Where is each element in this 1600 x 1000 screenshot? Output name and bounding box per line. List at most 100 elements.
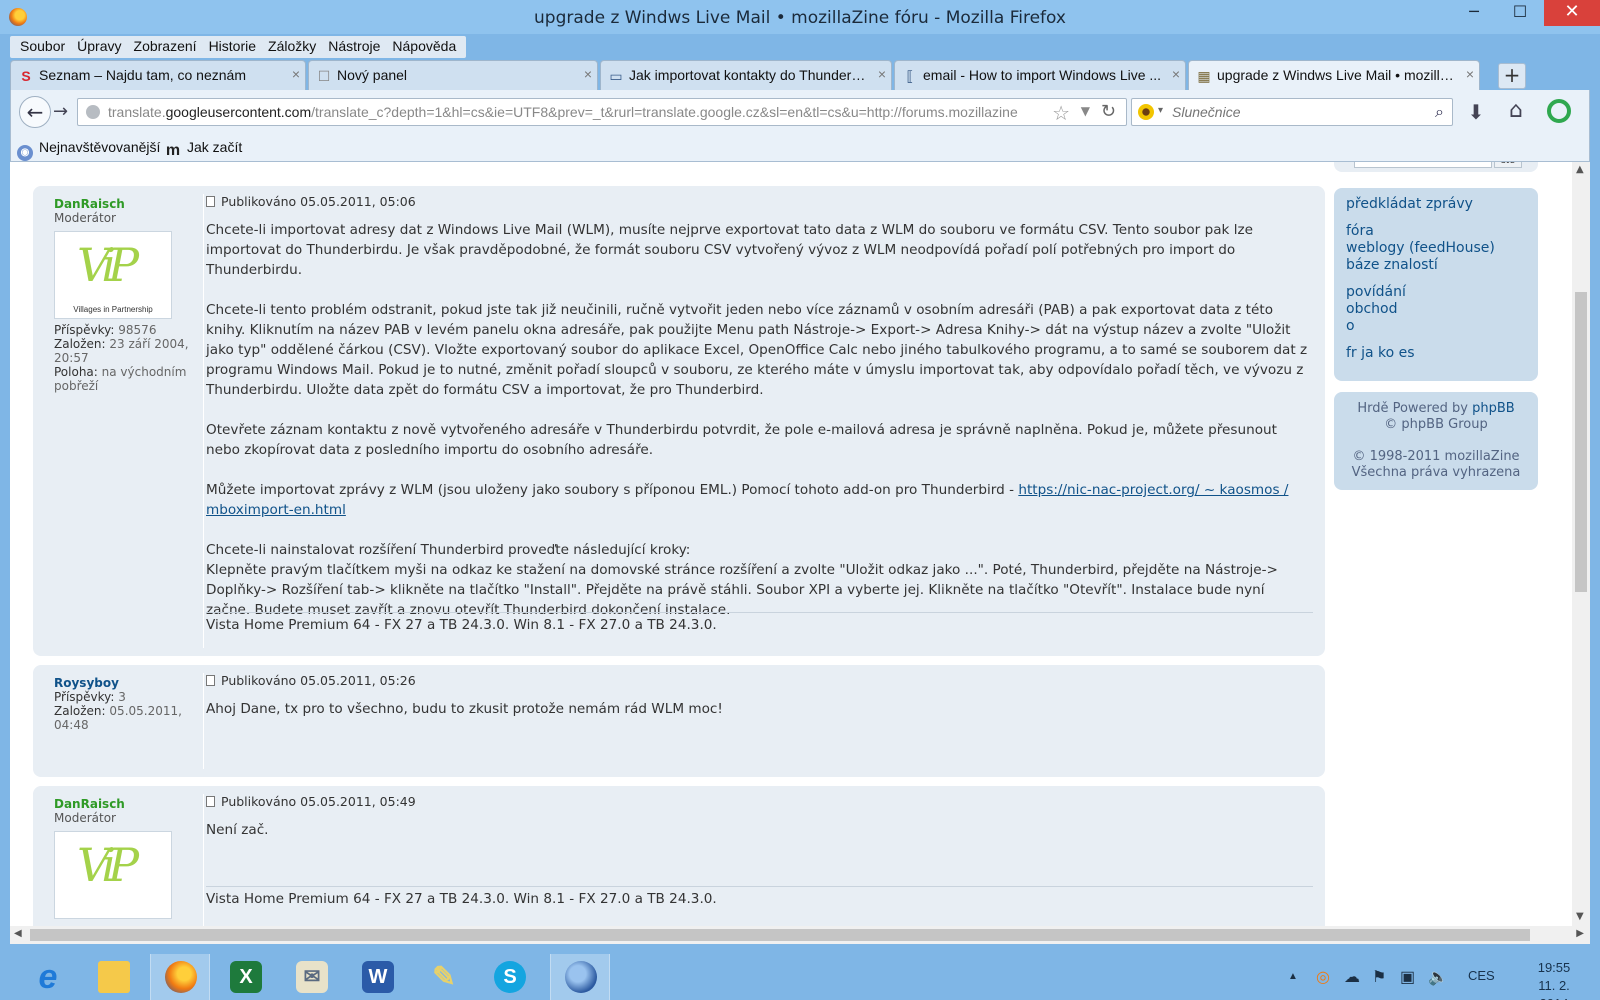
- thunderbird-icon: [565, 961, 597, 993]
- volume-icon[interactable]: 🔈: [1428, 967, 1448, 987]
- url-history-dropdown-icon[interactable]: ▼: [1081, 104, 1090, 118]
- action-center-flag-icon[interactable]: ⚑: [1372, 967, 1386, 987]
- search-icon[interactable]: ⌕: [1435, 102, 1444, 122]
- bookmark-star-icon[interactable]: ☆: [1052, 101, 1070, 125]
- post-document-icon[interactable]: [206, 796, 215, 807]
- post-document-icon[interactable]: [206, 196, 215, 207]
- show-hidden-icons-icon[interactable]: ▲: [1288, 971, 1298, 982]
- scroll-right-icon[interactable]: ▶: [1576, 928, 1584, 939]
- cloud-icon[interactable]: ☁: [1344, 967, 1360, 987]
- sidebar-link-forums[interactable]: fóra: [1346, 223, 1526, 240]
- tab-mozillazine-active[interactable]: ▦ upgrade z Windws Live Mail • mozilla..…: [1188, 60, 1480, 90]
- downloads-icon[interactable]: ⬇: [1463, 100, 1489, 126]
- search-bar[interactable]: ▾ ⌕: [1131, 98, 1453, 126]
- bookmark-most-visited[interactable]: ◉ Nejnavštěvovanější: [17, 139, 160, 161]
- taskbar-word[interactable]: W: [348, 954, 408, 1000]
- url-path: /translate_c?depth=1&hl=cs&ie=UTF8&prev=…: [311, 104, 1018, 120]
- menu-help[interactable]: Nápověda: [386, 36, 462, 58]
- taskbar-outlook[interactable]: ✉: [282, 954, 342, 1000]
- post-paragraph: Ahoj Dane, tx pro to všechno, budu to zk…: [206, 701, 723, 717]
- sidebar-link-about[interactable]: o: [1346, 318, 1526, 335]
- sidebar-search-button[interactable]: ste: [1494, 162, 1522, 168]
- window-title: upgrade z Windws Live Mail • mozillaZine…: [534, 8, 1066, 28]
- scrollbar-thumb[interactable]: [30, 929, 1530, 941]
- addon-icon[interactable]: [1547, 99, 1571, 123]
- post-content: Ahoj Dane, tx pro to všechno, budu to zk…: [206, 699, 1313, 719]
- tab-label: email - How to import Windows Live ...: [923, 67, 1162, 83]
- home-icon[interactable]: ⌂: [1503, 98, 1529, 124]
- post-document-icon[interactable]: [206, 675, 215, 686]
- sidebar-link-weblogs[interactable]: weblogy (feedHouse): [1346, 240, 1526, 257]
- post-paragraph: Není zač.: [206, 822, 269, 838]
- search-input[interactable]: [1172, 103, 1412, 121]
- scroll-up-icon[interactable]: ▲: [1576, 164, 1584, 175]
- post-paragraph: Chcete-li tento problém odstranit, pokud…: [206, 302, 1308, 398]
- address-bar[interactable]: translate.googleusercontent.com/translat…: [77, 98, 1127, 126]
- menu-tools[interactable]: Nástroje: [322, 36, 386, 58]
- vertical-scrollbar[interactable]: ▲ ▼: [1572, 162, 1590, 926]
- menu-bar: Soubor Úpravy Zobrazení Historie Záložky…: [10, 36, 467, 58]
- search-engine-icon[interactable]: [1138, 104, 1154, 120]
- tab-close-icon[interactable]: ×: [1172, 66, 1180, 82]
- taskbar-skype[interactable]: S: [480, 954, 540, 1000]
- new-tab-button[interactable]: +: [1498, 63, 1526, 89]
- taskbar-firefox[interactable]: [150, 954, 210, 1000]
- search-engine-dropdown-icon[interactable]: ▾: [1158, 105, 1163, 116]
- tab-superuser-question[interactable]: ⟦ email - How to import Windows Live ...…: [894, 60, 1186, 90]
- menu-history[interactable]: Historie: [203, 36, 262, 58]
- menu-file[interactable]: Soubor: [14, 36, 71, 58]
- stat-label: Příspěvky:: [54, 690, 115, 704]
- file-explorer-icon: [98, 961, 130, 993]
- taskbar-internet-explorer[interactable]: e: [18, 954, 78, 1000]
- forward-button[interactable]: →: [53, 100, 75, 124]
- taskbar-paint[interactable]: ✎: [414, 954, 474, 1000]
- sidebar-link-knowledge-base[interactable]: báze znalostí: [1346, 257, 1526, 274]
- sidebar-link-chat[interactable]: povídání: [1346, 284, 1526, 301]
- skype-icon: S: [494, 961, 526, 993]
- tab-close-icon[interactable]: ×: [292, 66, 300, 82]
- tab-thunderbird-contacts[interactable]: ▭ Jak importovat kontakty do Thunderb...…: [600, 60, 892, 90]
- sidebar-link-submit-news[interactable]: předkládat zprávy: [1346, 196, 1526, 213]
- tab-seznam[interactable]: S Seznam – Najdu tam, co neznám ×: [10, 60, 306, 90]
- close-window-button[interactable]: ✕: [1544, 0, 1600, 26]
- author-name[interactable]: DanRaisch: [54, 797, 199, 811]
- author-name[interactable]: Roysyboy: [54, 676, 199, 690]
- tab-close-icon[interactable]: ×: [878, 66, 886, 82]
- post-meta: Publikováno 05.05.2011, 05:06: [206, 194, 1313, 214]
- scroll-down-icon[interactable]: ▼: [1576, 911, 1584, 922]
- bookmark-getting-started[interactable]: m Jak začít: [165, 139, 242, 159]
- window-title-bar: upgrade z Windws Live Mail • mozillaZine…: [0, 0, 1600, 34]
- post-content: Není zač.: [206, 820, 1313, 840]
- input-language[interactable]: CES: [1468, 968, 1495, 983]
- sidebar-link-store[interactable]: obchod: [1346, 301, 1526, 318]
- menu-edit[interactable]: Úpravy: [71, 36, 127, 58]
- reload-icon[interactable]: ↻: [1101, 101, 1116, 122]
- scroll-left-icon[interactable]: ◀: [14, 928, 22, 939]
- post-signature: Vista Home Premium 64 - FX 27 a TB 24.3.…: [206, 612, 1313, 633]
- taskbar-file-explorer[interactable]: [84, 954, 144, 1000]
- avast-icon[interactable]: ◎: [1316, 967, 1330, 987]
- clock[interactable]: 19:55 11. 2. 2014: [1522, 959, 1586, 1000]
- scrollbar-thumb[interactable]: [1575, 292, 1587, 592]
- url-text[interactable]: translate.googleusercontent.com/translat…: [108, 104, 1048, 120]
- excel-icon: X: [230, 961, 262, 993]
- sidebar-search-input[interactable]: [1354, 162, 1492, 168]
- taskbar-excel[interactable]: X: [216, 954, 276, 1000]
- author-name[interactable]: DanRaisch: [54, 197, 199, 211]
- tab-close-icon[interactable]: ×: [1466, 66, 1474, 82]
- maximize-button[interactable]: ☐: [1498, 0, 1542, 26]
- menu-view[interactable]: Zobrazení: [128, 36, 203, 58]
- horizontal-scrollbar[interactable]: ◀ ▶: [10, 926, 1590, 944]
- tab-close-icon[interactable]: ×: [584, 66, 592, 82]
- phpbb-link[interactable]: phpBB: [1472, 401, 1515, 416]
- taskbar-thunderbird[interactable]: [550, 954, 610, 1000]
- site-identity-icon[interactable]: [86, 105, 100, 119]
- minimize-button[interactable]: ─: [1452, 0, 1496, 26]
- network-icon[interactable]: ▣: [1400, 967, 1415, 987]
- post-timestamp: Publikováno 05.05.2011, 05:49: [221, 794, 416, 809]
- menu-bookmarks[interactable]: Záložky: [262, 36, 322, 58]
- back-button[interactable]: ←: [19, 96, 51, 128]
- tab-new-panel[interactable]: ☐ Nový panel ×: [308, 60, 598, 90]
- sidebar-link-languages[interactable]: fr ja ko es: [1346, 345, 1526, 362]
